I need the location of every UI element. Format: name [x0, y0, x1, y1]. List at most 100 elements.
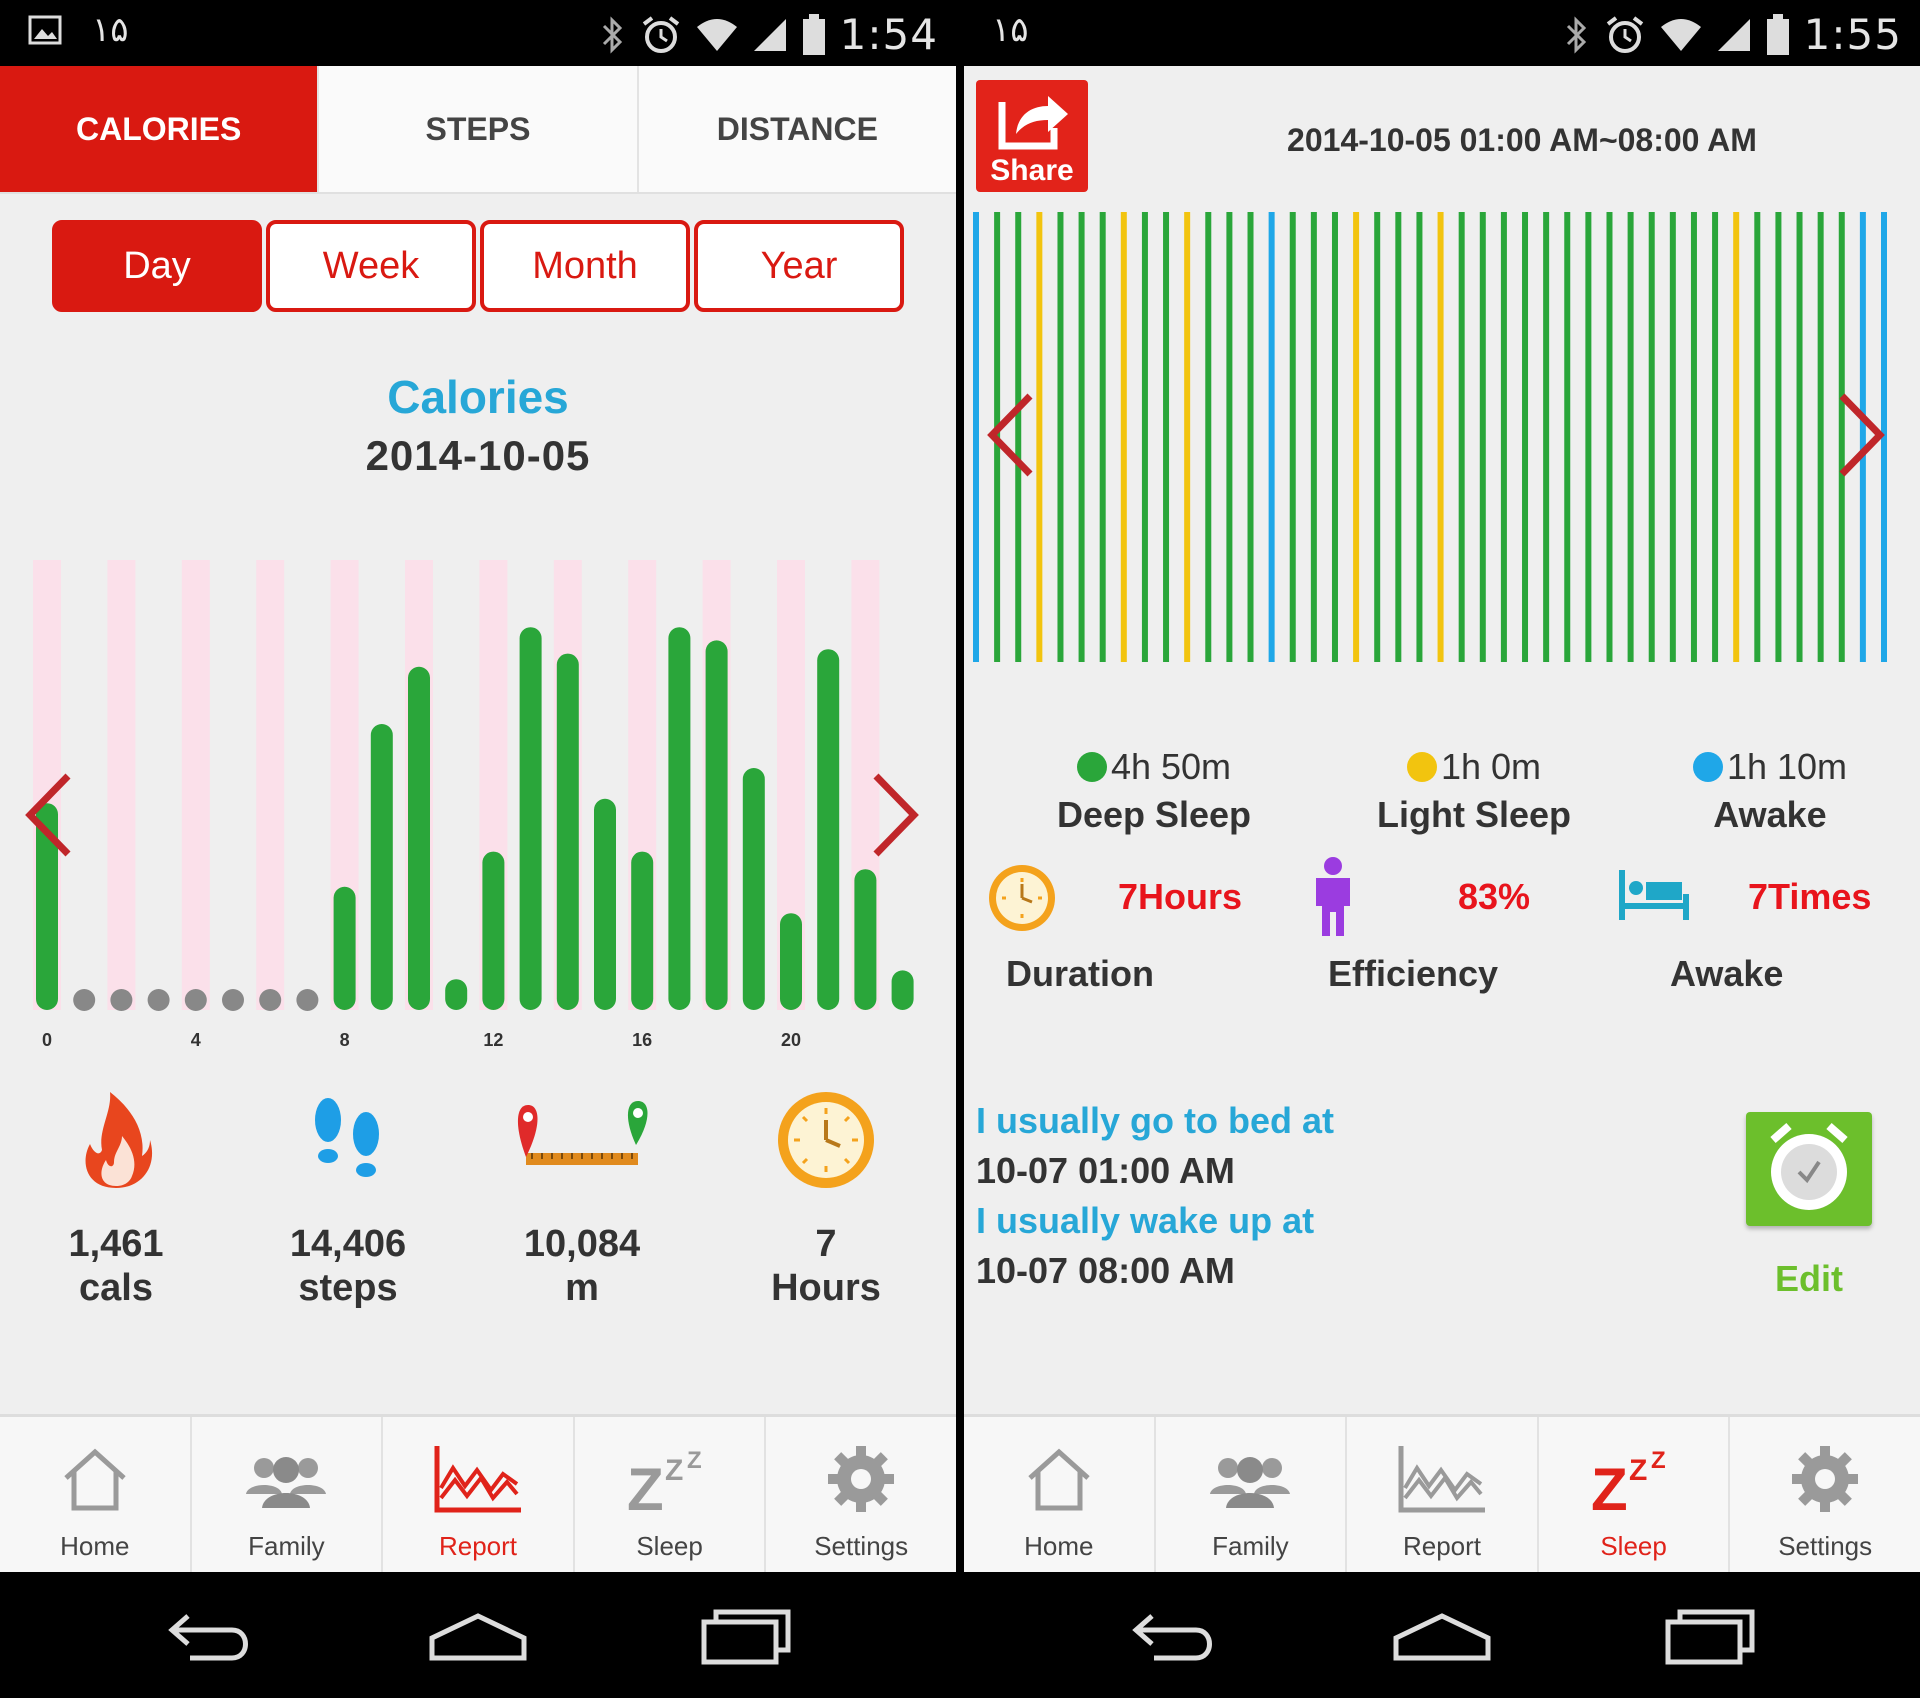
clock-icon: [778, 1092, 874, 1188]
home-icon: [64, 1448, 126, 1511]
previous-day-arrow-icon[interactable]: [20, 770, 76, 860]
efficiency-label: Efficiency: [1328, 953, 1499, 994]
android-nav-bar: [0, 1572, 956, 1698]
hour-band: [181, 560, 210, 1010]
sleep-stage-line-deep: [1458, 212, 1465, 662]
distance-stat: 10,084 m: [472, 1080, 692, 1310]
sleep-stage-line-deep: [1585, 212, 1592, 662]
nav-family[interactable]: Family: [1156, 1417, 1348, 1572]
alarm-clock-icon: [1770, 1122, 1848, 1210]
hours-unit: Hours: [771, 1267, 881, 1309]
back-icon[interactable]: [166, 1608, 258, 1664]
deep-sleep-time: 4h 50m: [1110, 746, 1232, 787]
edit-alarm-button[interactable]: [1746, 1112, 1872, 1226]
wake-value: 10-07 08:00 AM: [976, 1250, 1235, 1291]
x-tick-label: 20: [781, 1030, 801, 1050]
sleep-stage-line-deep: [1247, 212, 1254, 662]
back-icon[interactable]: [1130, 1608, 1222, 1664]
calorie-bar: [780, 913, 802, 1010]
flame-icon: [85, 1092, 153, 1188]
nav-sleep[interactable]: ZZZ Sleep: [575, 1417, 767, 1572]
sleep-stage-line-deep: [1817, 212, 1824, 662]
awake-bed-icon: [1619, 870, 1689, 920]
android-nav-bar: [964, 1572, 1920, 1698]
bedtime-value: 10-07 01:00 AM: [976, 1150, 1235, 1191]
recent-apps-icon[interactable]: [1664, 1606, 1756, 1666]
tab-steps[interactable]: STEPS: [319, 66, 639, 192]
zero-marker: [110, 989, 133, 1011]
report-screen: ١۵ 1:54 CALORIES STEPS DISTANCE Day Week…: [0, 0, 956, 1698]
sleep-stage-line-light: [1353, 212, 1360, 662]
sleep-stage-line-deep: [1712, 212, 1719, 662]
nav-report[interactable]: Report: [383, 1417, 575, 1572]
calories-value: 1,461: [68, 1223, 164, 1265]
tab-distance[interactable]: DISTANCE: [639, 66, 956, 192]
home-icon: [1028, 1448, 1090, 1511]
calorie-bar: [854, 869, 877, 1010]
family-icon: [1210, 1457, 1291, 1508]
nav-home[interactable]: Home: [964, 1417, 1156, 1572]
calorie-bar: [631, 851, 654, 1010]
duration-label: Duration: [1006, 953, 1154, 994]
x-tick-label: 4: [191, 1030, 201, 1050]
calorie-bar: [408, 666, 430, 1010]
sleep-stage-line-deep: [1078, 212, 1085, 662]
svg-text:Z: Z: [665, 1454, 683, 1487]
nav-home[interactable]: Home: [0, 1417, 192, 1572]
sleep-stage-line-light: [1733, 212, 1740, 662]
nav-settings[interactable]: Settings: [1730, 1417, 1920, 1572]
sleep-zzz-icon: ZZZ: [627, 1447, 702, 1514]
distance-unit: m: [565, 1267, 599, 1309]
android-home-icon[interactable]: [1392, 1612, 1492, 1662]
share-button[interactable]: Share: [976, 80, 1088, 192]
edit-label[interactable]: Edit: [1746, 1258, 1872, 1300]
duration-clock-icon: [989, 865, 1055, 931]
tab-calories[interactable]: CALORIES: [0, 66, 320, 192]
nav-sleep[interactable]: ZZZ Sleep: [1539, 1417, 1731, 1572]
nav-sleep-label: Sleep: [636, 1531, 703, 1561]
awake-time: 1h 10m: [1726, 746, 1848, 787]
next-day-arrow-icon[interactable]: [868, 770, 924, 860]
next-night-arrow-icon[interactable]: [1834, 390, 1890, 480]
distance-value: 10,084: [523, 1223, 641, 1265]
sleep-stage-line-deep: [1564, 212, 1571, 662]
calories-unit: cals: [79, 1267, 153, 1309]
wake-question: I usually wake up at: [976, 1200, 1315, 1241]
awake-times-value: 7Times: [1748, 876, 1872, 917]
previous-night-arrow-icon[interactable]: [982, 390, 1038, 480]
sleep-stage-line-light: [1184, 212, 1191, 662]
bedtime-question: I usually go to bed at: [976, 1100, 1335, 1141]
nav-report[interactable]: Report: [1347, 1417, 1539, 1572]
period-day-button[interactable]: Day: [52, 220, 262, 312]
zero-marker: [73, 989, 96, 1011]
svg-text:Z: Z: [1651, 1447, 1666, 1474]
period-month-button[interactable]: Month: [480, 220, 690, 312]
svg-text:Z: Z: [1591, 1456, 1628, 1514]
wifi-icon: [696, 18, 737, 51]
calories-bar-chart: 0 4 8 12 16 20: [33, 560, 914, 1050]
x-tick-label: 8: [340, 1030, 350, 1050]
sleep-stage-line-deep: [1099, 212, 1106, 662]
gear-icon: [1792, 1446, 1859, 1512]
sleep-stage-line-deep: [1289, 212, 1296, 662]
bluetooth-icon: [602, 15, 622, 54]
nav-settings[interactable]: Settings: [766, 1417, 956, 1572]
sleep-stage-line-deep: [1163, 212, 1170, 662]
sleep-stage-line-deep: [1057, 212, 1064, 662]
battery-icon: [1766, 13, 1789, 55]
period-selector: Day Week Month Year: [52, 220, 904, 312]
period-year-button[interactable]: Year: [694, 220, 904, 312]
nav-settings-label: Settings: [814, 1531, 909, 1561]
nav-family[interactable]: Family: [192, 1417, 384, 1572]
sleep-stage-line-awake: [973, 212, 979, 662]
recent-apps-icon[interactable]: [700, 1606, 792, 1666]
period-week-button[interactable]: Week: [266, 220, 476, 312]
alarm-icon: [1606, 15, 1643, 53]
calorie-bar: [370, 724, 393, 1010]
daily-summary: 1,461 cals 14,406 steps 10,084 m 7 Hours: [0, 1080, 956, 1330]
android-home-icon[interactable]: [428, 1612, 528, 1662]
bottom-navigation: Home Family Report ZZZ Sleep Settings: [0, 1414, 956, 1572]
sleep-stage-line-deep: [1374, 212, 1381, 662]
light-sleep-label: Light Sleep: [1376, 794, 1571, 835]
bluetooth-icon: [1566, 15, 1586, 54]
